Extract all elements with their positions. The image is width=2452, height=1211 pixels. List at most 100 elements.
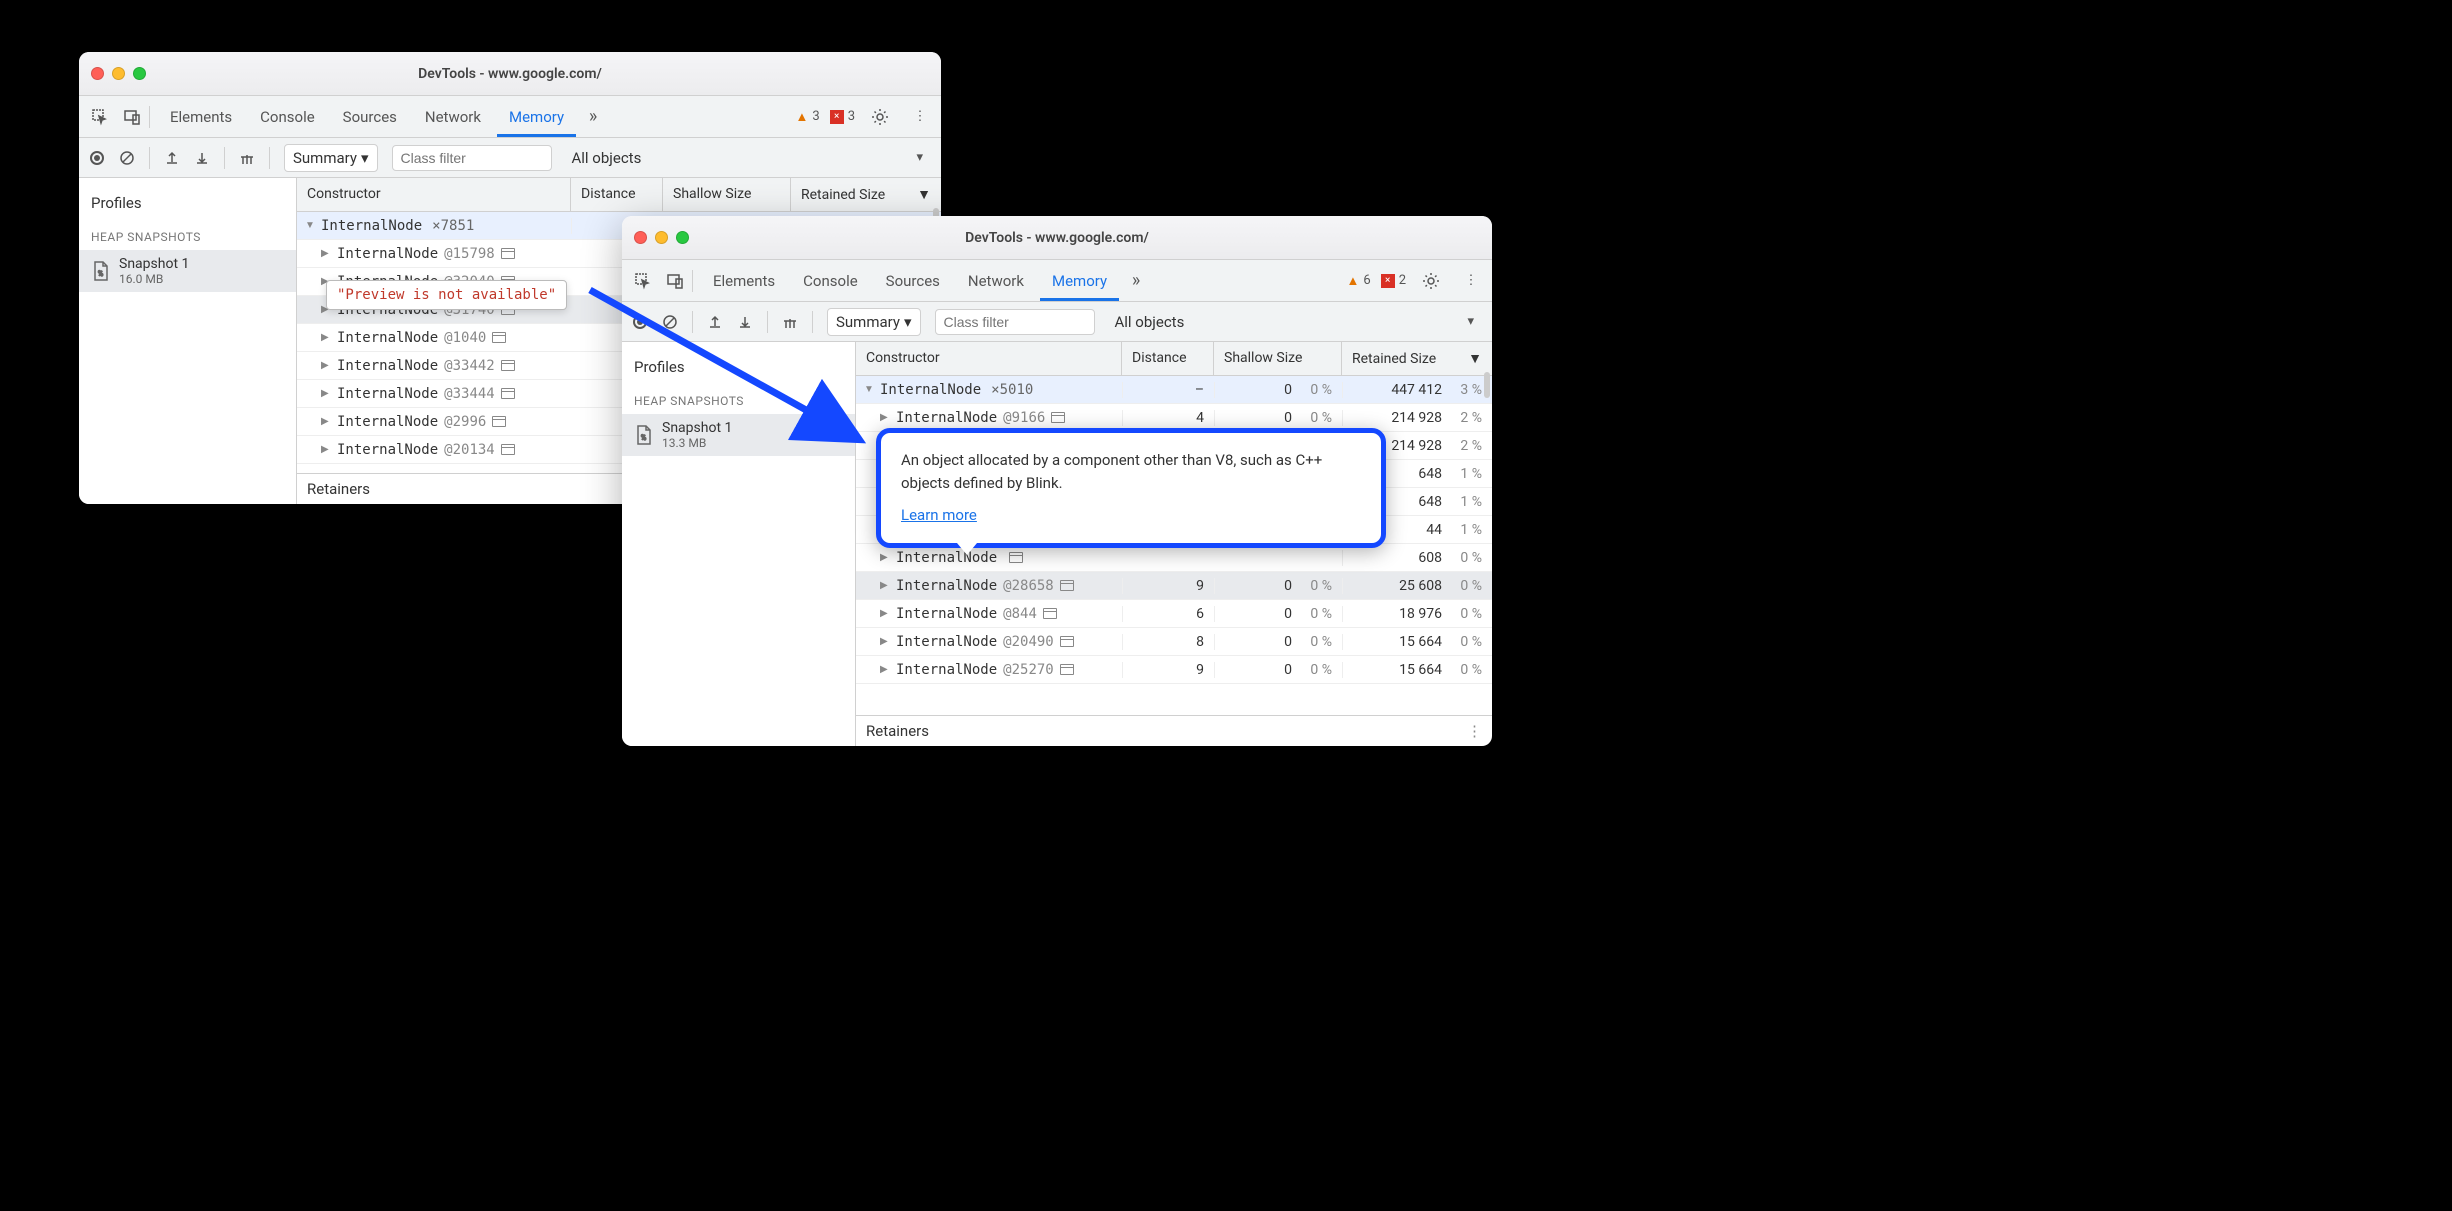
titlebar[interactable]: DevTools - www.google.com/	[79, 52, 941, 96]
table-row[interactable]: ▶ InternalNode @20490 800 %15 6640 %	[856, 628, 1492, 656]
class-filter-input[interactable]	[935, 309, 1095, 335]
col-constructor[interactable]: Constructor	[297, 178, 571, 211]
shallow-pct: 0 %	[1298, 634, 1332, 650]
tab-network[interactable]: Network	[956, 261, 1036, 301]
overflow-tabs-icon[interactable]: »	[578, 96, 608, 137]
clear-icon[interactable]	[119, 150, 135, 166]
chevron-down-icon: ▾	[904, 313, 912, 331]
object-filter-selector[interactable]: All objects	[572, 149, 642, 167]
expand-icon[interactable]: ▶	[321, 416, 331, 427]
expand-icon[interactable]: ▶	[880, 664, 890, 675]
table-header: Constructor Distance Shallow Size Retain…	[856, 342, 1492, 376]
expand-icon[interactable]: ▼	[305, 220, 315, 231]
window-icon	[1060, 636, 1074, 647]
warning-number: 6	[1363, 273, 1370, 288]
chevron-down-icon[interactable]: ▾	[916, 150, 923, 165]
download-icon[interactable]	[194, 150, 210, 166]
record-icon[interactable]	[89, 150, 105, 166]
col-retained-size[interactable]: Retained Size▼	[791, 178, 941, 211]
gear-icon[interactable]	[1416, 272, 1446, 290]
table-row[interactable]: ▶ InternalNode @844 600 %18 9760 %	[856, 600, 1492, 628]
warnings-count[interactable]: ▲6	[1347, 273, 1371, 289]
device-toggle-icon[interactable]	[117, 96, 147, 137]
distance-value: 8	[1122, 634, 1214, 650]
object-filter-selector[interactable]: All objects	[1115, 313, 1185, 331]
file-icon: %	[91, 260, 111, 282]
scrollbar[interactable]	[1482, 342, 1490, 746]
traffic-lights	[634, 231, 689, 244]
retainers-pane-title[interactable]: Retainers ⋮	[856, 715, 1492, 746]
warnings-count[interactable]: ▲3	[796, 109, 820, 125]
chevron-down-icon[interactable]: ▾	[1467, 314, 1474, 329]
snapshot-item[interactable]: % Snapshot 1 16.0 MB	[79, 250, 296, 292]
overflow-tabs-icon[interactable]: »	[1121, 260, 1151, 301]
col-retained-size[interactable]: Retained Size▼	[1342, 342, 1492, 375]
kebab-menu-icon[interactable]: ⋮	[905, 109, 935, 124]
zoom-icon[interactable]	[133, 67, 146, 80]
col-constructor[interactable]: Constructor	[856, 342, 1122, 375]
tab-sources[interactable]: Sources	[331, 97, 409, 137]
retained-value: 214 928	[1391, 438, 1442, 454]
close-icon[interactable]	[634, 231, 647, 244]
expand-icon[interactable]: ▶	[880, 608, 890, 619]
sidebar-category: HEAP SNAPSHOTS	[79, 224, 296, 250]
memory-toolbar: Summary▾ All objects ▾	[79, 138, 941, 178]
learn-more-link[interactable]: Learn more	[901, 506, 977, 524]
retained-pct: 2 %	[1448, 410, 1482, 426]
tab-memory[interactable]: Memory	[1040, 261, 1119, 301]
gc-icon[interactable]	[239, 150, 255, 166]
table-row[interactable]: ▶ InternalNode @28658 900 %25 6080 %	[856, 572, 1492, 600]
preview-tooltip: "Preview is not available"	[326, 280, 567, 310]
close-icon[interactable]	[91, 67, 104, 80]
window-icon	[501, 360, 515, 371]
errors-count[interactable]: ×3	[830, 109, 855, 124]
kebab-menu-icon[interactable]: ⋮	[1456, 273, 1486, 288]
retained-value: 15 664	[1399, 634, 1442, 650]
errors-count[interactable]: ×2	[1381, 273, 1406, 288]
sidebar-title: Profiles	[79, 190, 296, 224]
node-name: InternalNode	[337, 358, 438, 374]
tab-elements[interactable]: Elements	[158, 97, 244, 137]
class-filter-input[interactable]	[392, 145, 552, 171]
upload-icon[interactable]	[164, 150, 180, 166]
tab-network[interactable]: Network	[413, 97, 493, 137]
minimize-icon[interactable]	[112, 67, 125, 80]
node-name: InternalNode	[896, 606, 997, 622]
col-distance[interactable]: Distance	[1122, 342, 1214, 375]
retained-value: 44	[1426, 522, 1442, 538]
col-shallow-size[interactable]: Shallow Size	[1214, 342, 1342, 375]
expand-icon[interactable]: ▶	[321, 388, 331, 399]
expand-icon[interactable]: ▶	[321, 360, 331, 371]
constructor-name: InternalNode	[321, 218, 422, 234]
retained-pct: 2 %	[1448, 438, 1482, 454]
constructor-group-row[interactable]: ▼InternalNode×5010 – 00 % 447 4123 %	[856, 376, 1492, 404]
inspect-icon[interactable]	[85, 96, 115, 137]
expand-icon[interactable]: ▶	[321, 248, 331, 259]
tab-console[interactable]: Console	[248, 97, 327, 137]
instance-count: ×5010	[991, 382, 1033, 398]
expand-icon[interactable]: ▶	[321, 332, 331, 343]
tab-memory[interactable]: Memory	[497, 97, 576, 137]
window-icon	[492, 332, 506, 343]
table-row[interactable]: ▶ InternalNode 6080 %	[856, 544, 1492, 572]
col-shallow-size[interactable]: Shallow Size	[663, 178, 791, 211]
expand-icon[interactable]: ▶	[321, 444, 331, 455]
gear-icon[interactable]	[865, 108, 895, 126]
view-selector[interactable]: Summary▾	[284, 144, 378, 172]
node-id: @2996	[444, 414, 486, 430]
shallow-pct: 0 %	[1298, 382, 1332, 398]
retained-pct: 3 %	[1448, 382, 1482, 398]
table-row[interactable]: ▶ InternalNode @25270 900 %15 6640 %	[856, 656, 1492, 684]
titlebar[interactable]: DevTools - www.google.com/	[622, 216, 1492, 260]
retainers-menu-icon[interactable]: ⋮	[1467, 722, 1482, 740]
node-id: @20490	[1003, 634, 1054, 650]
col-distance[interactable]: Distance	[571, 178, 663, 211]
expand-icon[interactable]: ▶	[880, 580, 890, 591]
expand-icon[interactable]: ▶	[880, 552, 890, 563]
zoom-icon[interactable]	[676, 231, 689, 244]
node-id: @33442	[444, 358, 495, 374]
snapshot-size: 16.0 MB	[119, 272, 189, 286]
distance-value: 4	[1122, 410, 1214, 426]
minimize-icon[interactable]	[655, 231, 668, 244]
expand-icon[interactable]: ▶	[880, 636, 890, 647]
